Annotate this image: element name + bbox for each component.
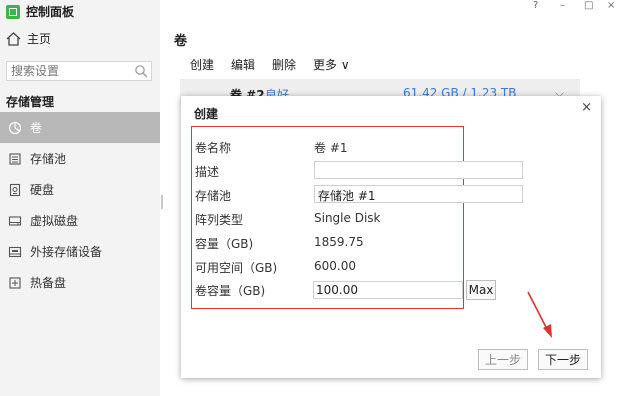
raid-type-value: Single Disk — [314, 211, 381, 225]
delete-button[interactable]: 删除 — [272, 56, 296, 73]
help-icon[interactable]: ? — [533, 0, 538, 11]
storage-pool-icon — [8, 152, 22, 166]
sidebar-item-label: 虚拟磁盘 — [30, 214, 79, 228]
minimize-icon[interactable]: – — [560, 0, 565, 11]
description-input[interactable] — [315, 162, 526, 178]
sidebar-item-label: 热备盘 — [30, 276, 67, 290]
volume-capacity-label: 卷容量（GB) — [195, 284, 266, 298]
app-title: 控制面板 — [6, 3, 74, 20]
storage-pool-select[interactable]: 存储池 #1 ⌵ — [314, 185, 523, 203]
hot-spare-icon — [8, 276, 22, 290]
capacity-label: 容量（GB) — [195, 237, 254, 251]
sidebar-item-volume[interactable]: 卷 — [0, 112, 160, 143]
free-space-value: 600.00 — [314, 259, 356, 273]
sidebar-item-storage-pool[interactable]: 存储池 — [0, 143, 160, 174]
volume-name-label: 卷名称 — [195, 141, 232, 155]
dialog-close-icon[interactable]: × — [581, 100, 592, 115]
search-box[interactable] — [6, 61, 152, 81]
virtual-disk-icon — [8, 214, 22, 228]
sidebar-resize-handle[interactable] — [161, 195, 163, 209]
storage-management-title: 存储管理 — [6, 95, 55, 109]
dialog-title: 创建 — [194, 107, 219, 121]
sidebar-nav: 卷 存储池 硬盘 虚拟磁盘 外接存储设备 热备盘 — [0, 112, 160, 298]
sidebar-item-label: 存储池 — [30, 152, 67, 166]
capacity-value: 1859.75 — [314, 235, 364, 249]
sidebar-item-label: 外接存储设备 — [30, 245, 103, 259]
sidebar-item-label: 硬盘 — [30, 183, 55, 197]
description-label: 描述 — [195, 165, 220, 179]
home-label: 主页 — [27, 32, 52, 46]
hard-disk-icon — [8, 183, 22, 197]
toolbar: 创建 编辑 删除 更多 ∨ — [190, 56, 350, 73]
control-panel-logo-icon — [6, 4, 20, 19]
maximize-icon[interactable]: □ — [584, 0, 593, 11]
annotation-arrow-icon — [527, 291, 552, 338]
description-field[interactable] — [314, 161, 526, 179]
max-button[interactable]: Max — [466, 280, 496, 300]
sidebar: 控制面板 主页 存储管理 卷 存储池 — [0, 0, 160, 396]
sidebar-item-virtual-disk[interactable]: 虚拟磁盘 — [0, 205, 160, 236]
storage-pool-label: 存储池 — [195, 189, 232, 203]
app-title-text: 控制面板 — [26, 5, 75, 19]
page-title: 卷 — [174, 34, 188, 49]
edit-button[interactable]: 编辑 — [231, 56, 255, 73]
volume-capacity-field[interactable] — [313, 281, 466, 299]
search-icon[interactable] — [134, 64, 148, 78]
search-input[interactable] — [7, 62, 135, 80]
raid-type-label: 阵列类型 — [195, 213, 244, 227]
external-storage-icon — [8, 245, 22, 259]
create-button[interactable]: 创建 — [190, 56, 214, 73]
sidebar-item-external-storage[interactable]: 外接存储设备 — [0, 236, 160, 267]
sidebar-item-label: 卷 — [30, 121, 43, 135]
home-link[interactable]: 主页 — [6, 30, 51, 47]
next-button[interactable]: 下一步 — [538, 349, 588, 370]
volume-capacity-input[interactable] — [314, 282, 466, 298]
more-button[interactable]: 更多 ∨ — [313, 56, 350, 73]
previous-button[interactable]: 上一步 — [478, 349, 528, 370]
volume-name-value: 卷 #1 — [314, 141, 348, 155]
window-close-icon[interactable]: × — [607, 0, 615, 11]
sidebar-item-hot-spare[interactable]: 热备盘 — [0, 267, 160, 298]
sidebar-item-hard-disk[interactable]: 硬盘 — [0, 174, 160, 205]
home-icon — [6, 31, 21, 46]
pie-icon — [8, 121, 22, 135]
chevron-down-icon: ⌵ — [318, 187, 327, 200]
free-space-label: 可用空间（GB) — [195, 261, 278, 275]
